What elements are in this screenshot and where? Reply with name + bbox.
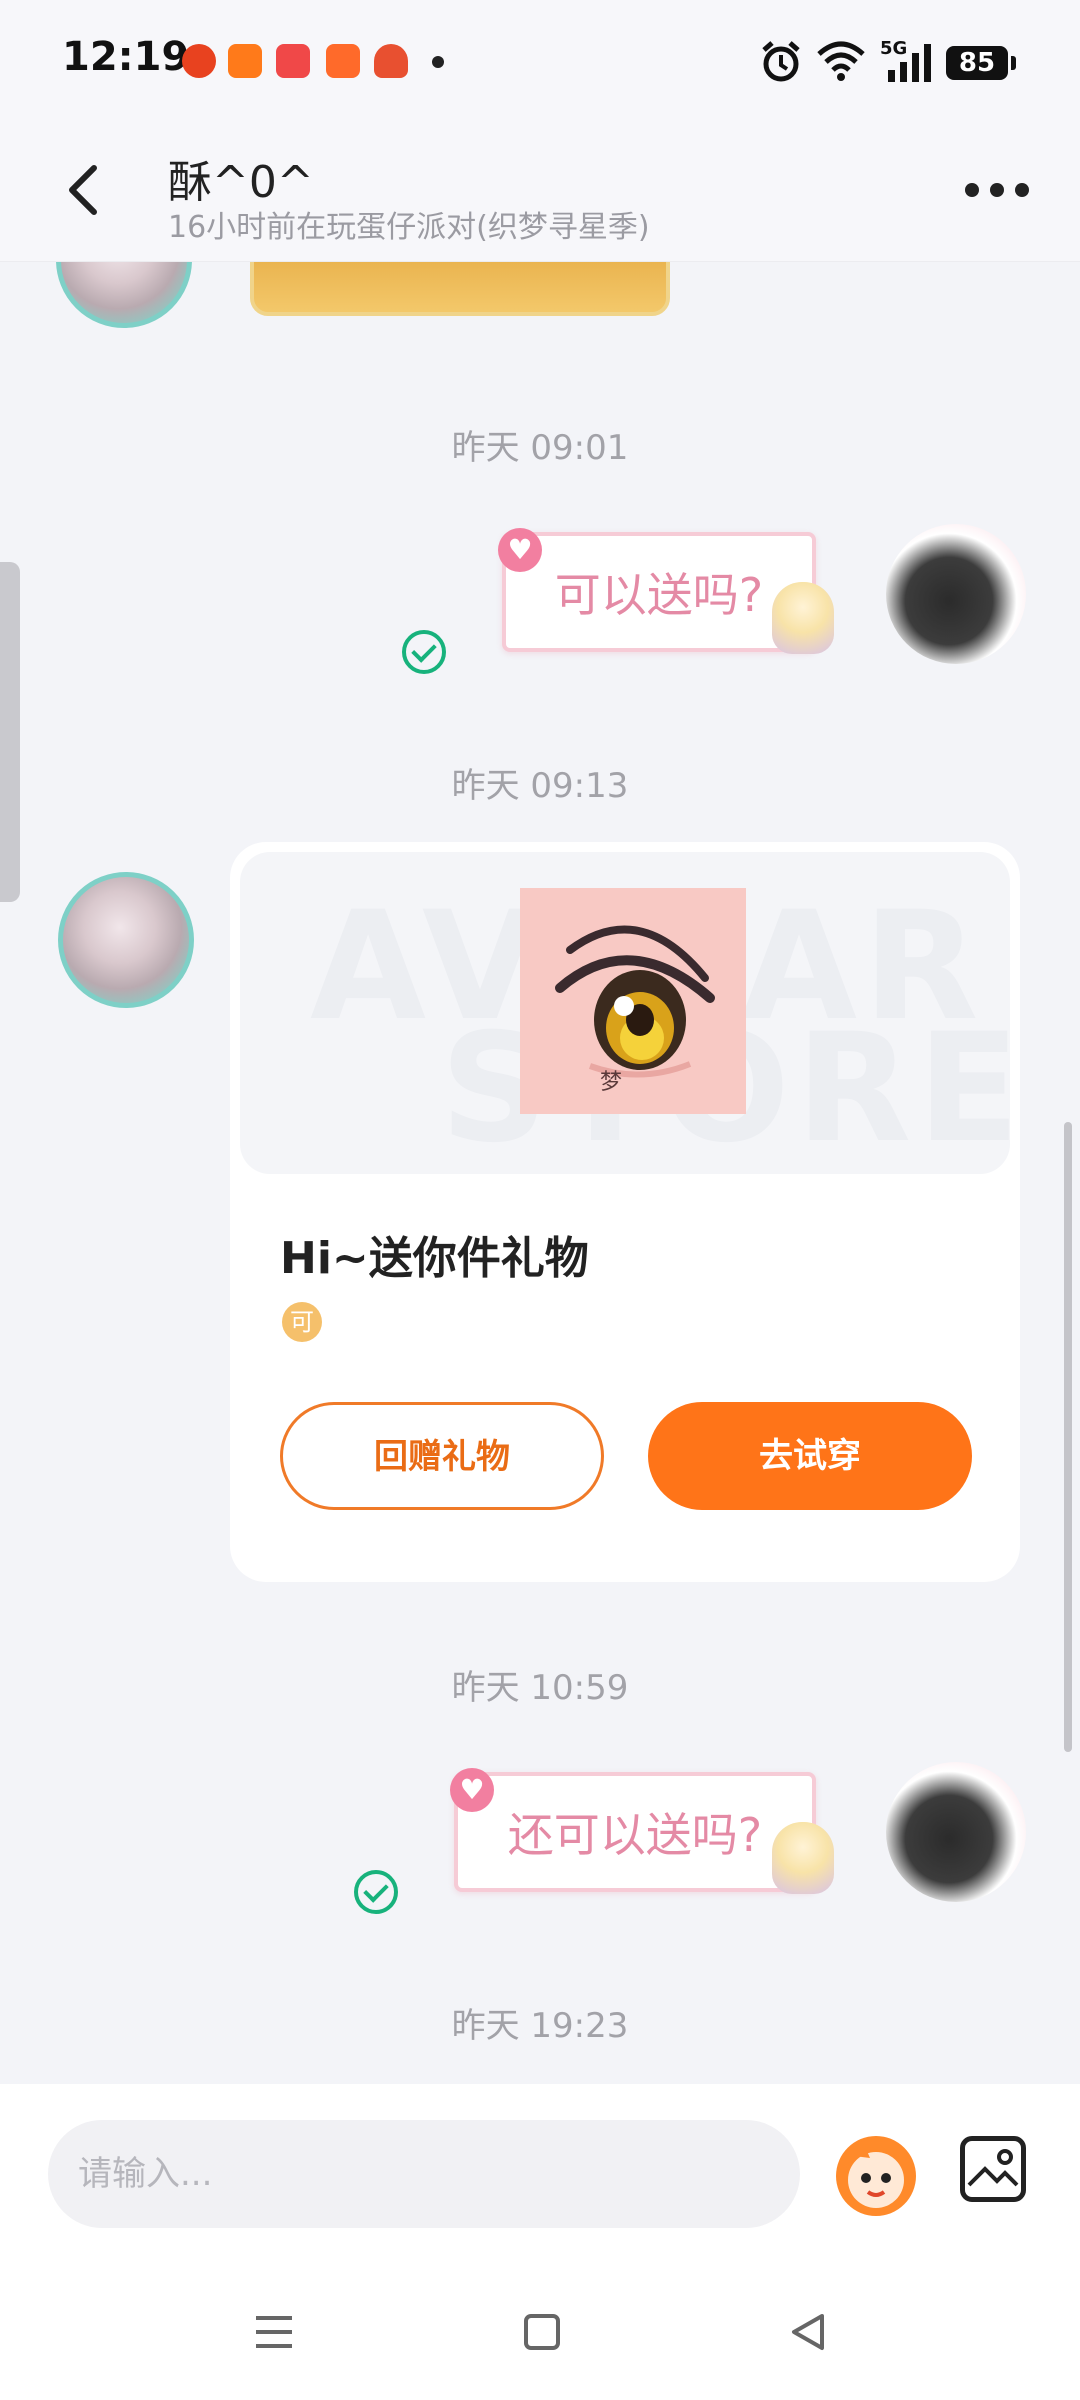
heart-icon: ♥ <box>498 528 542 572</box>
coin-icon: 可 <box>282 1302 322 1342</box>
battery-level: 85 <box>958 48 996 78</box>
doll-sticker-icon <box>772 1822 834 1894</box>
timestamp: 昨天 09:13 <box>451 766 629 806</box>
gift-banner: AVATAR STORE 梦 <box>240 852 1010 1174</box>
my-avatar[interactable] <box>886 1762 1026 1902</box>
notification-app-icon-3 <box>276 44 310 78</box>
more-notifications-dot <box>432 56 444 68</box>
sticker-message[interactable]: 还可以送吗? <box>454 1772 816 1892</box>
signal-icon <box>888 44 931 82</box>
home-icon[interactable] <box>518 2308 566 2356</box>
notification-app-icon-2 <box>228 44 262 78</box>
my-avatar[interactable] <box>886 524 1026 664</box>
scrollbar[interactable] <box>1064 1122 1072 1752</box>
status-bar: 12:19 5G 85 <box>0 0 1080 120</box>
heart-icon: ♥ <box>450 1768 494 1812</box>
gift-card[interactable]: AVATAR STORE 梦 Hi~送你件礼物 可 回赠礼物 去试穿 <box>230 842 1020 1582</box>
eggy-emoji-icon[interactable] <box>836 2136 916 2216</box>
contact-status: 16小时前在玩蛋仔派对(织梦寻星季) <box>168 210 650 245</box>
more-dots-icon[interactable] <box>962 170 1032 210</box>
notification-app-icon-4 <box>326 44 360 78</box>
sticker-text: 还可以送吗? <box>507 1808 763 1862</box>
chat-message-list[interactable]: 昨天 09:01 可以送吗? ♥ 昨天 09:13 AVATAR STORE <box>0 262 1080 2084</box>
system-nav-bar <box>0 2264 1080 2400</box>
gift-card-title: Hi~送你件礼物 <box>280 1233 589 1284</box>
alarm-icon <box>762 41 800 82</box>
notification-app-icon-5 <box>374 44 408 78</box>
timestamp: 昨天 10:59 <box>451 1668 629 1708</box>
anime-eye-icon <box>555 925 715 1078</box>
contact-avatar[interactable] <box>58 872 194 1008</box>
gift-item-image[interactable]: 梦 <box>520 888 746 1114</box>
read-check-icon <box>354 1870 398 1914</box>
sticker-message[interactable]: 可以送吗? <box>502 532 816 652</box>
edge-scroll-handle[interactable] <box>0 562 20 902</box>
contact-name[interactable]: 酥^0^ <box>168 146 314 210</box>
notification-app-icon-1 <box>182 44 216 78</box>
chat-header: 酥^0^ 16小时前在玩蛋仔派对(织梦寻星季) <box>0 120 1080 262</box>
input-bar <box>0 2084 1080 2264</box>
doll-sticker-icon <box>772 582 834 654</box>
nav-back-icon[interactable] <box>784 2308 832 2356</box>
read-check-icon <box>402 630 446 674</box>
try-on-button[interactable]: 去试穿 <box>648 1402 972 1510</box>
message-input[interactable] <box>48 2120 800 2228</box>
battery-indicator: 85 <box>946 46 1016 80</box>
timestamp: 昨天 09:01 <box>451 428 629 468</box>
return-gift-button[interactable]: 回赠礼物 <box>280 1402 604 1510</box>
sticker-text: 可以送吗? <box>554 568 764 622</box>
timestamp: 昨天 19:23 <box>451 2006 629 2046</box>
image-icon[interactable] <box>960 2136 1026 2202</box>
sticker-message-partial[interactable] <box>250 262 670 316</box>
status-time: 12:19 <box>62 34 190 80</box>
contact-avatar[interactable] <box>56 262 192 328</box>
wifi-icon <box>817 41 865 81</box>
menu-icon[interactable] <box>250 2308 298 2356</box>
back-icon[interactable] <box>56 160 112 220</box>
gift-glyph: 梦 <box>600 1070 623 1095</box>
